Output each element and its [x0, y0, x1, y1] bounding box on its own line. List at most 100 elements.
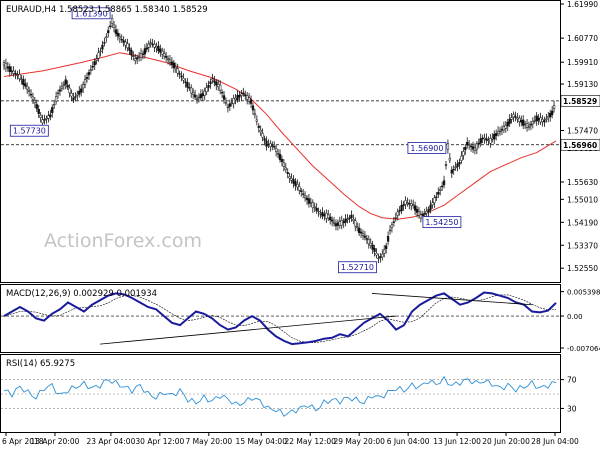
candle-body	[226, 106, 230, 109]
candle-body	[242, 92, 245, 94]
main-ytick-label: 1.60770	[567, 34, 598, 43]
candle-body	[543, 120, 546, 123]
candle-body	[99, 50, 102, 53]
candle-body	[232, 98, 235, 104]
candle-body	[255, 119, 258, 122]
candle-body	[273, 146, 276, 148]
candle-body	[219, 84, 222, 91]
main-ytick-label: 1.53370	[567, 241, 598, 250]
candle-body	[157, 45, 160, 52]
x-tick-label: 7 May 20:00	[185, 437, 232, 446]
candle-body	[145, 47, 148, 50]
candle-body	[172, 62, 175, 68]
candle-body	[471, 146, 475, 150]
candle-body	[81, 84, 85, 89]
candle-body	[76, 93, 79, 96]
candle-body	[294, 181, 297, 186]
candle-body	[203, 90, 206, 96]
candle-body	[222, 95, 226, 100]
candle-body	[122, 40, 125, 43]
candle-body	[60, 86, 64, 89]
candle-body	[136, 57, 139, 60]
candle-body	[124, 41, 127, 46]
candle-body	[49, 114, 52, 117]
main-header: EURAUD,H4 1.58523 1.58865 1.58340 1.5852…	[6, 5, 208, 15]
candle-body	[66, 85, 69, 88]
candle-body	[307, 198, 311, 204]
candle-body	[137, 56, 141, 58]
candle-body	[467, 144, 471, 146]
candle-body	[334, 223, 338, 227]
candle-body	[369, 242, 372, 246]
candle-body	[153, 43, 156, 48]
candle-body	[85, 76, 89, 79]
candle-body	[539, 117, 542, 123]
candle-body	[109, 25, 112, 27]
candle-body	[298, 186, 301, 191]
candle-body	[317, 210, 320, 213]
candle-body	[502, 126, 506, 131]
candle-body	[462, 151, 465, 156]
candle-body	[406, 202, 409, 204]
candle-body	[134, 58, 137, 61]
candle-body	[253, 113, 257, 116]
candle-body	[533, 120, 536, 122]
candle-body	[489, 138, 492, 144]
candle-body	[132, 55, 135, 57]
candle-body	[373, 248, 376, 252]
main-ytick-label: 1.54190	[567, 218, 598, 227]
candle-body	[336, 222, 340, 226]
candle-body	[54, 96, 58, 102]
candle-body	[375, 252, 378, 256]
candle-body	[506, 121, 509, 127]
x-tick-label: 28 Jun 04:00	[531, 437, 579, 446]
main-ytick-label: 1.57470	[567, 127, 598, 136]
candle-body	[365, 238, 369, 240]
candle-body	[45, 118, 48, 120]
candle-body	[39, 115, 42, 118]
candle-body	[101, 44, 104, 50]
candle-body	[159, 48, 162, 53]
candle-body	[267, 143, 270, 146]
candle-body	[265, 140, 268, 147]
candle-body	[361, 233, 365, 236]
candle-body	[354, 220, 357, 227]
candle-body	[454, 166, 457, 169]
candle-body	[498, 130, 502, 133]
candle-body	[155, 46, 158, 49]
candle-body	[518, 117, 521, 122]
candle-body	[261, 132, 264, 138]
rsi-ytick-label: 30	[567, 404, 577, 413]
candle-body	[444, 164, 448, 166]
candle-body	[327, 214, 330, 219]
candle-body	[504, 125, 507, 129]
candle-body	[325, 212, 328, 219]
candle-body	[41, 119, 44, 124]
candle-body	[516, 117, 519, 120]
candle-body	[163, 53, 166, 57]
candle-body	[340, 220, 343, 226]
candle-body	[386, 236, 390, 242]
candle-body	[186, 82, 189, 88]
candle-body	[292, 179, 295, 184]
candle-body	[64, 79, 67, 85]
candle-body	[217, 84, 220, 88]
candle-body	[431, 202, 434, 206]
candle-body	[442, 180, 446, 186]
candle-body	[311, 202, 314, 209]
candle-body	[408, 203, 411, 205]
candle-body	[62, 84, 65, 86]
candle-body	[433, 197, 436, 204]
candle-body	[522, 119, 525, 126]
candle-body	[149, 42, 152, 44]
candle-body	[398, 210, 401, 212]
candle-body	[525, 123, 529, 128]
candle-body	[166, 58, 170, 60]
main-ytick-label: 1.59910	[567, 58, 598, 67]
candle-body	[224, 102, 228, 104]
price-annotation-label: 1.54250	[425, 218, 458, 227]
candle-body	[288, 176, 291, 179]
candle-body	[234, 97, 237, 100]
candle-body	[367, 239, 370, 245]
candle-body	[53, 104, 56, 106]
